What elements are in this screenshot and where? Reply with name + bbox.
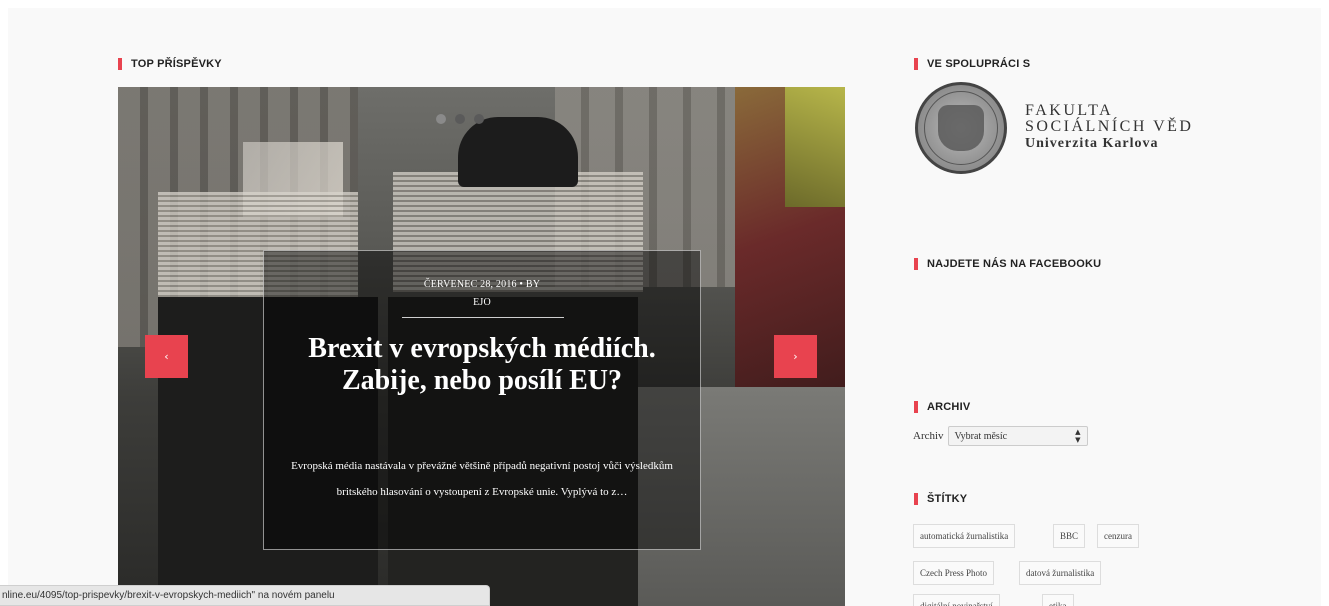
archive-widget: Archiv Vybrat měsíc ▲ ▼ [913, 426, 1088, 446]
heading-marker [914, 58, 918, 70]
logo-line-2: SOCIÁLNÍCH VĚD [1025, 118, 1194, 135]
archive-label: Archiv [913, 430, 944, 442]
slide-image-figure [458, 117, 578, 187]
heading-marker [914, 401, 918, 413]
slider-next-button[interactable]: › [774, 335, 817, 378]
slider-dot-3[interactable] [474, 114, 484, 124]
heading-marker [118, 58, 122, 70]
post-meta: ČERVENEC 28, 2016 • BY EJO [264, 276, 700, 312]
post-date: ČERVENEC 28, 2016 • BY [423, 279, 541, 290]
tag-link[interactable]: etika [1042, 594, 1074, 606]
tag-link[interactable]: datová žurnalistika [1019, 561, 1102, 585]
partner-heading-text: VE SPOLUPRÁCI S [927, 58, 1031, 70]
heading-marker [914, 493, 918, 505]
seal-emblem [938, 105, 984, 151]
archive-month-select[interactable]: Vybrat měsíc ▲ ▼ [947, 426, 1088, 446]
logo-line-3: Univerzita Karlova [1025, 136, 1159, 151]
caption-divider [402, 317, 564, 318]
slider-pagination [436, 114, 484, 124]
browser-status-bar: nline.eu/4095/top-prispevky/brexit-v-evr… [0, 585, 490, 606]
chevron-left-icon: ‹ [164, 350, 169, 363]
post-excerpt: Evropská média nastávala v převážné větš… [291, 460, 673, 498]
slider-prev-button[interactable]: ‹ [145, 335, 188, 378]
tags-heading: ŠTÍTKY [914, 493, 967, 505]
slider-dot-2[interactable] [455, 114, 465, 124]
slider-dot-1[interactable] [436, 114, 446, 124]
tag-link[interactable]: BBC [1053, 524, 1086, 548]
featured-posts-slider[interactable]: ‹ › ČERVENEC 28, 2016 • BY EJO Brexit v … [118, 87, 845, 606]
post-title-link[interactable]: Brexit v evropských médiích. Zabije, neb… [274, 333, 690, 397]
heading-marker [914, 258, 918, 270]
university-seal-icon [915, 82, 1007, 174]
top-posts-heading-text: TOP PŘÍSPĚVKY [131, 58, 222, 70]
facebook-heading-text: NAJDETE NÁS NA FACEBOOKU [927, 258, 1102, 270]
top-posts-heading: TOP PŘÍSPĚVKY [118, 58, 222, 70]
tag-link[interactable]: automatická žurnalistika [913, 524, 1016, 548]
tag-link[interactable]: digitální novinařství [913, 594, 1000, 606]
tag-link[interactable]: cenzura [1097, 524, 1139, 548]
chevron-right-icon: › [793, 350, 798, 363]
partner-heading: VE SPOLUPRÁCI S [914, 58, 1030, 70]
slide-image-sign [785, 87, 845, 207]
slide-caption: ČERVENEC 28, 2016 • BY EJO Brexit v evro… [263, 250, 701, 550]
tag-link[interactable]: Czech Press Photo [913, 561, 994, 585]
archive-select-value: Vybrat měsíc [954, 430, 1008, 442]
partner-logo-link[interactable]: FAKULTA SOCIÁLNÍCH VĚD Univerzita Karlov… [915, 82, 1193, 174]
facebook-heading: NAJDETE NÁS NA FACEBOOKU [914, 258, 1101, 270]
post-author[interactable]: EJO [264, 294, 700, 312]
tags-heading-text: ŠTÍTKY [927, 493, 968, 505]
select-arrows-icon: ▲ ▼ [1075, 428, 1081, 444]
status-bar-text: nline.eu/4095/top-prispevky/brexit-v-evr… [2, 590, 335, 601]
archive-heading-text: ARCHIV [927, 401, 971, 413]
archive-heading: ARCHIV [914, 401, 970, 413]
partner-logo-text: FAKULTA SOCIÁLNÍCH VĚD Univerzita Karlov… [1025, 103, 1193, 153]
logo-line-1: FAKULTA [1025, 102, 1114, 119]
